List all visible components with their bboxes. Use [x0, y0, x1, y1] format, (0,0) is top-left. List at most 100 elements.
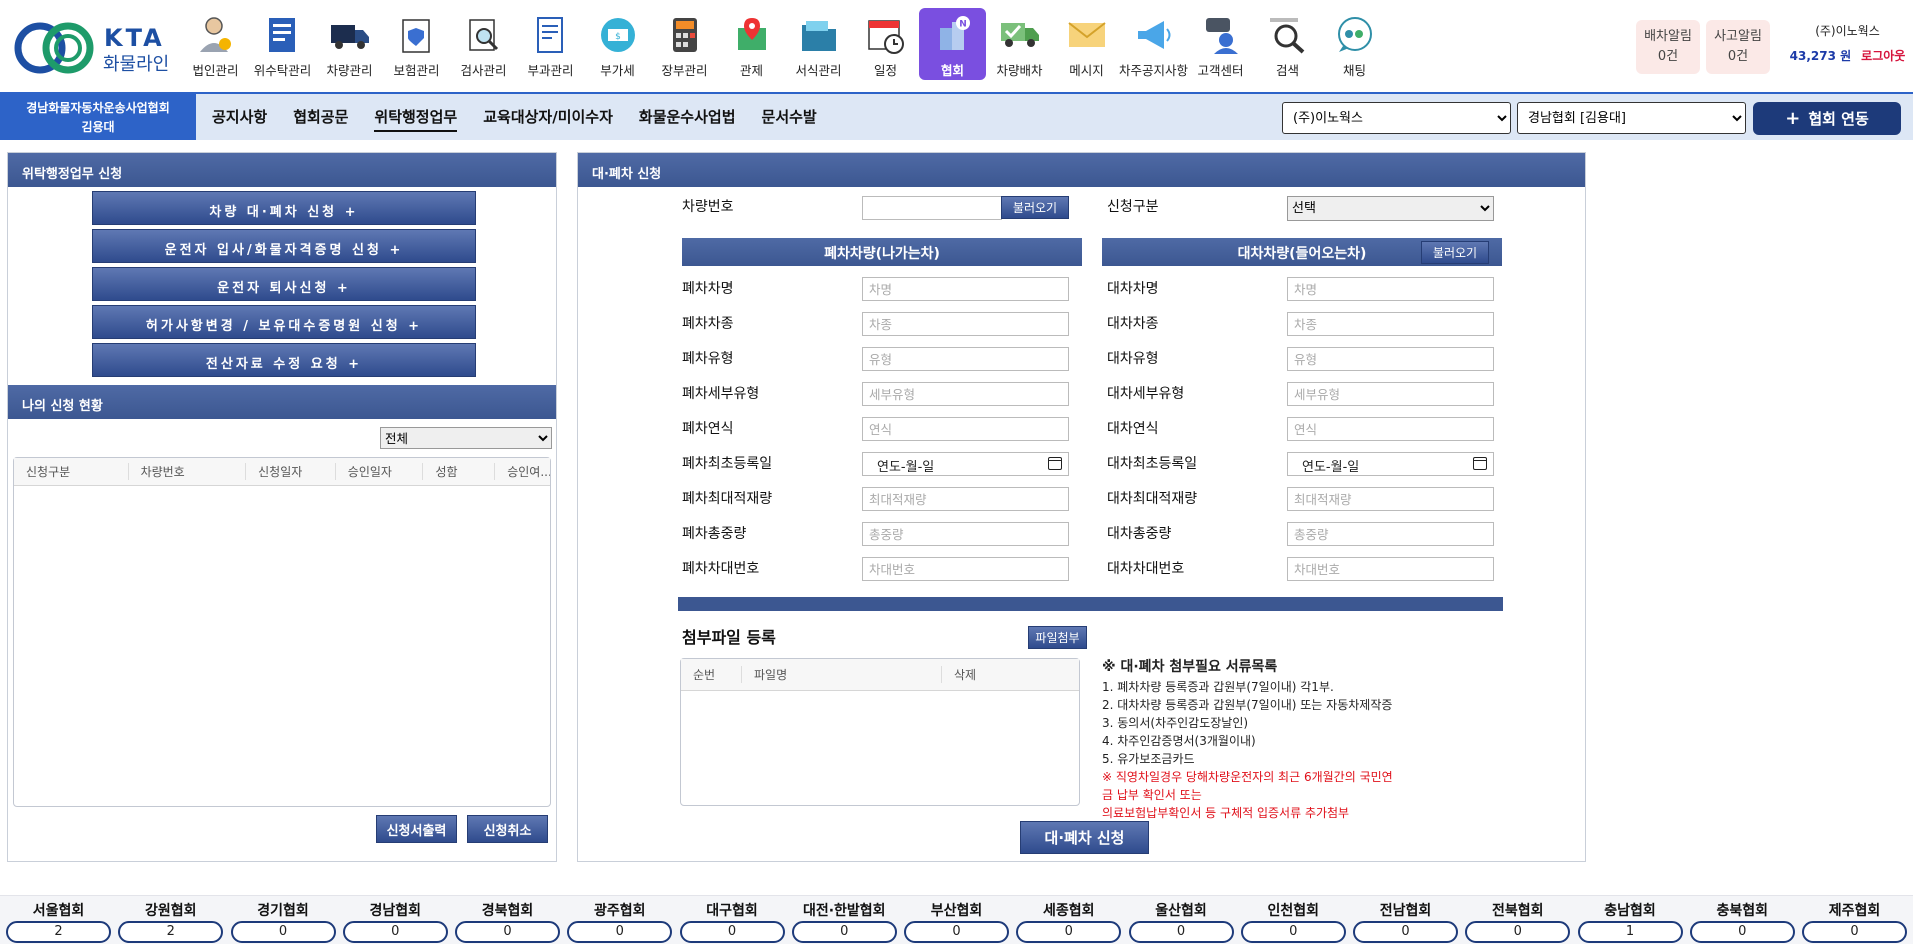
apply-button-1[interactable]: 운전자 입사/화물자격증명 신청 + — [92, 229, 476, 263]
footer-association-2[interactable]: 경기협회 0 — [230, 896, 336, 944]
status-col-4[interactable]: 성함 — [422, 463, 494, 480]
status-filter-select[interactable]: 전체 — [380, 427, 552, 449]
menu-item-5[interactable]: 부과관리 — [517, 8, 584, 80]
nav-tab-2[interactable]: 위탁행정업무 — [374, 106, 458, 132]
nav-tab-1[interactable]: 협회공문 — [293, 106, 348, 132]
status-col-1[interactable]: 차량번호 — [127, 463, 246, 480]
footer-association-15[interactable]: 충북협회 0 — [1689, 896, 1795, 944]
menu-item-10[interactable]: 일정 — [852, 8, 919, 80]
out-field-input-4[interactable] — [862, 417, 1069, 441]
footer-association-11[interactable]: 인천협회 0 — [1240, 896, 1346, 944]
nav-tab-3[interactable]: 교육대상자/미이수자 — [483, 106, 613, 132]
menu-item-8[interactable]: 관제 — [718, 8, 785, 80]
footer-association-10[interactable]: 울산협회 0 — [1128, 896, 1234, 944]
in-vehicle-load-button[interactable]: 불러오기 — [1421, 241, 1489, 264]
footer-association-4[interactable]: 경북협회 0 — [455, 896, 560, 944]
menu-item-3[interactable]: 보험관리 — [383, 8, 450, 80]
apply-button-2[interactable]: 운전자 퇴사신청 + — [92, 267, 476, 301]
menu-item-6[interactable]: $ 부가세 — [584, 8, 651, 80]
required-docs: ※ 대·폐차 첨부필요 서류목록 1. 폐차차량 등록증과 갑원부(7일이내) … — [1102, 658, 1402, 822]
apply-button-3[interactable]: 허가사항변경 / 보유대수증명원 신청 + — [92, 305, 476, 339]
menu-item-label: 부가세 — [600, 63, 635, 78]
out-field-input-3[interactable] — [862, 382, 1069, 406]
status-col-2[interactable]: 신청일자 — [245, 463, 335, 480]
association-select[interactable]: 경남협회 [김용대] — [1517, 102, 1746, 134]
nav-tab-0[interactable]: 공지사항 — [212, 106, 267, 132]
apply-type-select[interactable]: 선택 — [1287, 196, 1494, 221]
submit-replacement-button[interactable]: 대·폐차 신청 — [1020, 821, 1149, 854]
footer-association-0[interactable]: 서울협회 2 — [6, 896, 111, 944]
vehicle-load-button[interactable]: 불러오기 — [1001, 196, 1069, 219]
in-field-input-4[interactable] — [1287, 417, 1494, 441]
in-field-date-input[interactable]: 연도-월-일 — [1287, 452, 1494, 476]
kta-logo[interactable]: KTA 화물라인 — [14, 20, 174, 76]
in-field-input-7[interactable] — [1287, 522, 1494, 546]
footer-association-1[interactable]: 강원협회 2 — [118, 896, 224, 944]
calendar-icon[interactable] — [1048, 457, 1062, 470]
out-field-input-8[interactable] — [862, 557, 1069, 581]
footer-association-14[interactable]: 충남협회 1 — [1577, 896, 1683, 944]
menu-item-17[interactable]: 채팅 — [1321, 8, 1388, 80]
out-field-input-7[interactable] — [862, 522, 1069, 546]
footer-association-16[interactable]: 제주협회 0 — [1802, 896, 1907, 944]
in-field-input-0[interactable] — [1287, 277, 1494, 301]
vehicle-no-input[interactable] — [862, 196, 1002, 220]
out-field-input-0[interactable] — [862, 277, 1069, 301]
menu-item-0[interactable]: 법인관리 — [182, 8, 249, 80]
in-field-input-2[interactable] — [1287, 347, 1494, 371]
in-field-input-1[interactable] — [1287, 312, 1494, 336]
footer-association-8[interactable]: 부산협회 0 — [904, 896, 1009, 944]
footer-association-3[interactable]: 경남협회 0 — [342, 896, 448, 944]
in-field-label-0: 대차차명 — [1107, 281, 1159, 297]
in-field-input-3[interactable] — [1287, 382, 1494, 406]
print-application-button[interactable]: 신청서출력 — [376, 815, 457, 843]
out-field-input-2[interactable] — [862, 347, 1069, 371]
footer-association-9[interactable]: 세종협회 0 — [1016, 896, 1122, 944]
menu-item-15[interactable]: 고객센터 — [1187, 8, 1254, 80]
attach-col-2[interactable]: 삭제 — [941, 666, 1061, 683]
status-col-5[interactable]: 승인여... — [494, 463, 550, 480]
footer-association-name: 서울협회 — [32, 903, 85, 919]
in-field-label-7: 대차총중량 — [1107, 526, 1172, 542]
in-field-label-4: 대차연식 — [1107, 421, 1159, 437]
company-select[interactable]: (주)이노웍스 — [1282, 102, 1511, 134]
out-field-input-1[interactable] — [862, 312, 1069, 336]
out-field-date-input[interactable]: 연도-월-일 — [862, 452, 1069, 476]
menu-item-4[interactable]: 검사관리 — [450, 8, 517, 80]
attach-file-button[interactable]: 파일첨부 — [1028, 626, 1087, 649]
attach-col-0[interactable]: 순번 — [681, 666, 741, 683]
menu-item-7[interactable]: 장부관리 — [651, 8, 718, 80]
footer-association-7[interactable]: 대전·한밭협회 0 — [791, 896, 897, 944]
calendar-icon[interactable] — [1473, 457, 1487, 470]
menu-item-1[interactable]: 위수탁관리 — [249, 8, 316, 80]
status-col-3[interactable]: 승인일자 — [334, 463, 423, 480]
association-link-button[interactable]: + 협회 연동 — [1753, 102, 1901, 135]
footer-association-6[interactable]: 대구협회 0 — [679, 896, 785, 944]
menu-item-9[interactable]: 서식관리 — [785, 8, 852, 80]
menu-item-2[interactable]: 차량관리 — [316, 8, 383, 80]
attach-col-1[interactable]: 파일명 — [741, 666, 941, 683]
menu-item-14[interactable]: 차주공지사항 — [1119, 8, 1188, 80]
logout-link[interactable]: 로그아웃 — [1861, 49, 1905, 63]
cancel-application-button[interactable]: 신청취소 — [467, 815, 548, 843]
doc-item-0: 1. 폐차차량 등록증과 갑원부(7일이내) 각1부. — [1102, 680, 1334, 694]
status-col-0[interactable]: 신청구분 — [14, 463, 128, 480]
nav-tab-5[interactable]: 문서수발 — [762, 106, 817, 132]
footer-association-count: 0 — [904, 921, 1009, 943]
footer-association-5[interactable]: 광주협회 0 — [567, 896, 673, 944]
menu-item-16[interactable]: 검색 — [1254, 8, 1321, 80]
dispatch-alert[interactable]: 배차알림 0건 — [1636, 20, 1700, 74]
nav-tab-4[interactable]: 화물운수사업법 — [639, 106, 736, 132]
footer-association-12[interactable]: 전남협회 0 — [1353, 896, 1458, 944]
footer-association-13[interactable]: 전북협회 0 — [1465, 896, 1571, 944]
apply-button-0[interactable]: 차량 대·폐차 신청 + — [92, 191, 476, 225]
apply-button-4[interactable]: 전산자료 수정 요청 + — [92, 343, 476, 377]
accident-alert[interactable]: 사고알림 0건 — [1706, 20, 1770, 74]
menu-item-label: 고객센터 — [1197, 63, 1244, 78]
in-field-input-6[interactable] — [1287, 487, 1494, 511]
menu-item-11[interactable]: N 협회 — [919, 8, 986, 80]
menu-item-12[interactable]: 차량배차 — [986, 8, 1053, 80]
out-field-input-6[interactable] — [862, 487, 1069, 511]
menu-item-13[interactable]: 메시지 — [1053, 8, 1120, 80]
in-field-input-8[interactable] — [1287, 557, 1494, 581]
